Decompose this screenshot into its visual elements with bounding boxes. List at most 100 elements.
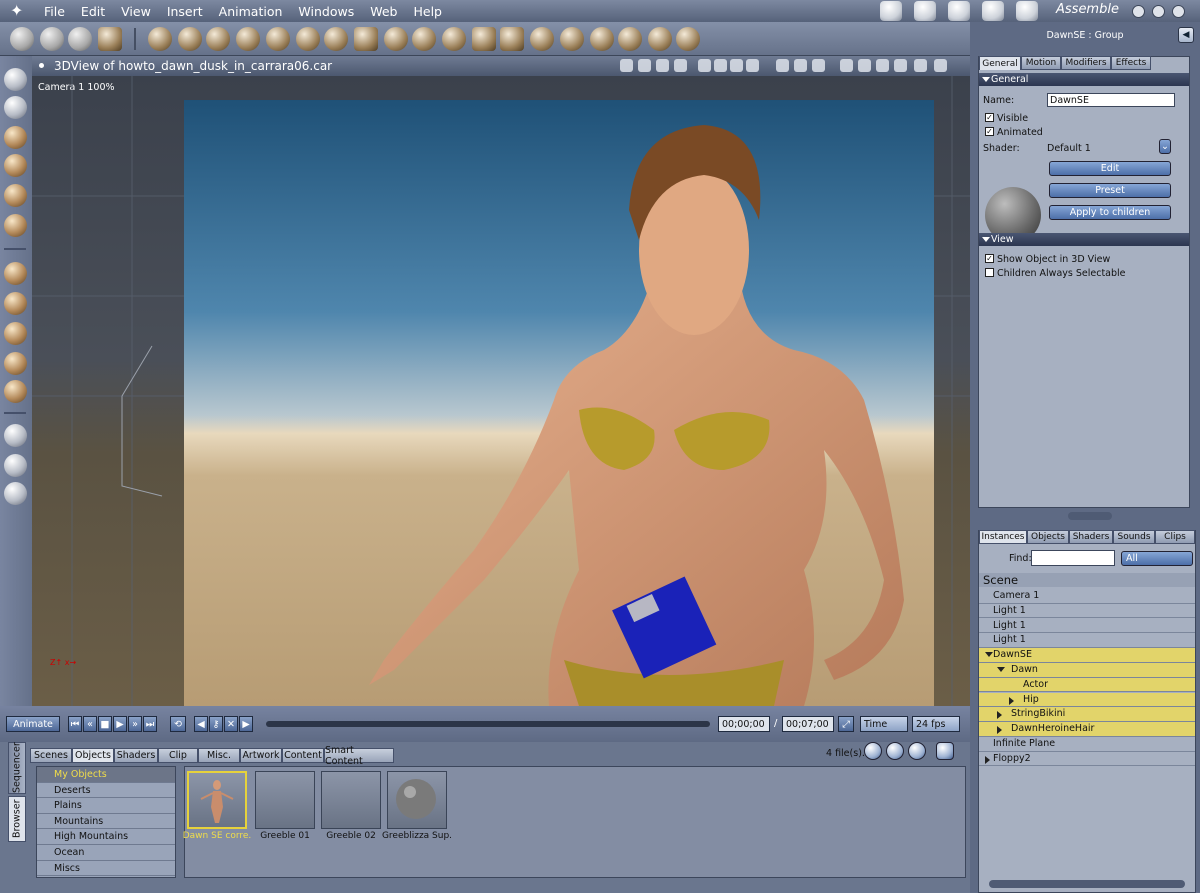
tab-general[interactable]: General <box>979 56 1021 70</box>
move-z-icon[interactable] <box>4 322 27 345</box>
thumbnail-dawn[interactable] <box>187 771 247 829</box>
instance-row[interactable]: StringBikini <box>979 707 1195 722</box>
menu-file[interactable]: File <box>36 4 73 19</box>
assemble-room-icon[interactable] <box>880 1 902 21</box>
insert-cloud-icon[interactable] <box>412 27 436 51</box>
view-thumbnails-icon[interactable] <box>908 742 926 760</box>
menu-view[interactable]: View <box>113 4 159 19</box>
render-sphere-icon[interactable] <box>934 59 947 72</box>
select-arrow-icon[interactable] <box>4 68 27 91</box>
go-to-end-button[interactable]: ⏭ <box>143 716 157 732</box>
tab-content[interactable]: Content <box>282 748 324 763</box>
collapsed-triangle-icon[interactable] <box>997 726 1002 735</box>
menu-windows[interactable]: Windows <box>290 4 362 19</box>
key-icon[interactable]: ⚷ <box>209 716 223 732</box>
wireframe-cube-icon[interactable] <box>858 59 871 72</box>
tab-artwork[interactable]: Artwork <box>240 748 282 763</box>
filter-select[interactable]: All <box>1121 551 1193 566</box>
view-section-header[interactable]: View <box>979 233 1189 246</box>
tab-scenes[interactable]: Scenes <box>30 748 72 763</box>
tab-smart-content[interactable]: Smart Content <box>324 745 394 767</box>
fps-select[interactable]: 24 fps <box>912 716 960 732</box>
thumbnail-greeblizza[interactable] <box>387 771 447 829</box>
expanded-triangle-icon[interactable] <box>985 652 993 658</box>
visible-checkbox[interactable]: ✓ <box>985 113 994 122</box>
texture-room-icon[interactable] <box>982 1 1004 21</box>
instance-row[interactable]: Light 1 <box>979 618 1195 634</box>
move-arrow-icon[interactable] <box>4 96 27 119</box>
insert-fire-icon[interactable] <box>442 27 466 51</box>
add-object-icon[interactable] <box>864 742 882 760</box>
tab-sounds[interactable]: Sounds <box>1113 530 1155 544</box>
zoom-magnifier-icon[interactable] <box>4 482 27 505</box>
bounding-box-icon[interactable] <box>776 59 789 72</box>
textured-sphere-icon[interactable] <box>914 59 927 72</box>
general-section-header[interactable]: General <box>979 73 1189 86</box>
instance-row[interactable]: Light 1 <box>979 633 1195 648</box>
link-tool-icon[interactable] <box>68 27 92 51</box>
current-time-field[interactable]: 00;00;00 <box>718 716 770 732</box>
single-view-icon[interactable] <box>698 59 711 72</box>
insert-plane-icon[interactable] <box>500 27 524 51</box>
split-view-icon[interactable] <box>714 59 727 72</box>
tab-effects[interactable]: Effects <box>1111 56 1151 70</box>
edit-shader-button[interactable]: Edit <box>1049 161 1171 176</box>
insert-sphere-icon[interactable] <box>148 27 172 51</box>
instance-row[interactable]: Hip <box>979 692 1195 708</box>
collapse-tray-icon[interactable]: ◀ <box>1178 27 1194 43</box>
model-room-icon[interactable] <box>914 1 936 21</box>
instance-row[interactable]: Dawn <box>979 663 1195 678</box>
browser-options-icon[interactable] <box>936 742 954 760</box>
insert-vase-icon[interactable] <box>178 27 202 51</box>
tab-objects[interactable]: Objects <box>1027 530 1069 544</box>
storyboard-room-icon[interactable] <box>948 1 970 21</box>
wire-shield-icon[interactable] <box>794 59 807 72</box>
menu-insert[interactable]: Insert <box>159 4 211 19</box>
trackball-icon[interactable] <box>4 352 27 375</box>
shaded-cube-icon[interactable] <box>894 59 907 72</box>
preset-button[interactable]: Preset <box>1049 183 1171 198</box>
category-item[interactable]: Ocean <box>37 845 175 861</box>
visibility-eye-icon[interactable] <box>1132 5 1145 18</box>
instance-row[interactable]: Actor <box>979 677 1195 693</box>
bend-tool-icon[interactable] <box>40 27 64 51</box>
menu-animation[interactable]: Animation <box>211 4 291 19</box>
fit-time-icon[interactable]: ⤢ <box>838 716 854 732</box>
3d-viewport[interactable]: Camera 1 100% Z↑ x→ <box>32 76 970 706</box>
insert-target-icon[interactable] <box>266 27 290 51</box>
insert-grid-icon[interactable] <box>472 27 496 51</box>
navigate-icon[interactable] <box>840 59 853 72</box>
horizontal-scrollbar[interactable] <box>989 880 1185 888</box>
find-field[interactable] <box>1031 550 1115 566</box>
delete-key-icon[interactable]: ✕ <box>224 716 238 732</box>
tab-shaders[interactable]: Shaders <box>114 748 158 763</box>
flat-shield-icon[interactable] <box>812 59 825 72</box>
sphere-view-icon[interactable] <box>674 59 687 72</box>
tab-misc[interactable]: Misc. <box>198 748 240 763</box>
insert-text-icon[interactable] <box>296 27 320 51</box>
instance-row[interactable]: DawnSE <box>979 648 1195 663</box>
children-selectable-checkbox[interactable] <box>985 268 994 277</box>
thumbnail-greeble-02[interactable] <box>321 771 381 829</box>
insert-gear-icon[interactable] <box>324 27 348 51</box>
time-mode-select[interactable]: Time <box>860 716 908 732</box>
scale-icon[interactable] <box>4 154 27 177</box>
rewind-button[interactable]: « <box>83 716 97 732</box>
insert-target-helper-icon[interactable] <box>648 27 672 51</box>
insert-bones-icon[interactable] <box>236 27 260 51</box>
instance-row[interactable]: Infinite Plane <box>979 737 1195 752</box>
insert-bone-icon[interactable] <box>676 27 700 51</box>
insert-plant-icon[interactable] <box>384 27 408 51</box>
category-item[interactable]: Deserts <box>37 783 175 799</box>
tab-modifiers[interactable]: Modifiers <box>1061 56 1111 70</box>
rotate-tool-icon[interactable] <box>10 27 34 51</box>
lights-icon[interactable] <box>620 59 633 72</box>
move-x-icon[interactable] <box>4 262 27 285</box>
collapsed-triangle-icon[interactable] <box>985 755 990 764</box>
menu-web[interactable]: Web <box>362 4 405 19</box>
splitter-handle[interactable] <box>1068 512 1112 520</box>
animate-button[interactable]: Animate <box>6 716 60 732</box>
category-item[interactable]: Plains <box>37 798 175 814</box>
pen-icon[interactable] <box>4 184 27 207</box>
next-key-button[interactable]: ▶ <box>239 716 253 732</box>
